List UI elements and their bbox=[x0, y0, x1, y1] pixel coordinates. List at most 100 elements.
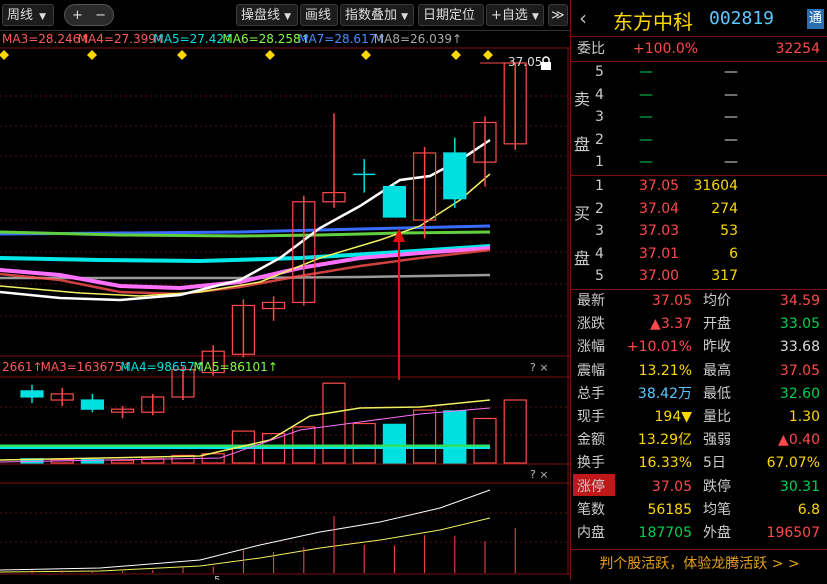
volume-bar bbox=[443, 410, 467, 464]
stat-value: ▲0.40 bbox=[778, 432, 820, 449]
stat-label: 开盘 bbox=[703, 316, 731, 333]
sell-row[interactable]: 3 — — bbox=[571, 106, 827, 128]
indicator-bars bbox=[31, 516, 516, 573]
watchlist-button[interactable]: +自选 ▼ bbox=[486, 4, 544, 26]
stock-name: 东方中科 bbox=[613, 10, 693, 34]
event-diamond-icon[interactable] bbox=[451, 50, 461, 60]
stat-label: 量比 bbox=[703, 409, 731, 425]
stat-row: 最新 37.05 均价 34.59 bbox=[571, 290, 827, 312]
stat-value: 194▼ bbox=[654, 409, 693, 425]
stat-label: 5日 bbox=[703, 455, 726, 472]
buy-row[interactable]: 2 37.04 274 bbox=[571, 198, 827, 220]
stat-value: 37.05 bbox=[651, 478, 692, 495]
period-selector[interactable]: 周线 ▼ bbox=[2, 4, 54, 26]
event-diamond-icon[interactable] bbox=[483, 50, 493, 60]
volume-legend-item: MA5=86101↑ bbox=[193, 360, 277, 374]
stat-value: 16.33% bbox=[638, 455, 692, 472]
promo-link[interactable]: 判个股活跃，体验龙腾活跃 > > bbox=[571, 549, 827, 581]
vol-ma-yellow bbox=[0, 399, 491, 461]
stat-label: 涨跌 bbox=[577, 316, 605, 333]
draw-line-button[interactable]: 画线 bbox=[300, 4, 338, 26]
dropdown-chevron-icon: ▼ bbox=[39, 12, 47, 22]
stat-row: 换手 16.33% 5日 67.07% bbox=[571, 452, 827, 474]
buy-row[interactable]: 5 37.00 317 bbox=[571, 265, 827, 287]
buy-row[interactable]: 4 37.01 6 bbox=[571, 243, 827, 265]
chart-mode-label: 操盘线 bbox=[241, 8, 281, 23]
stat-value: 187705 bbox=[638, 525, 692, 541]
sell-row[interactable]: 2 — — bbox=[571, 129, 827, 151]
zoom-control: + − bbox=[64, 4, 114, 26]
stock-code: 002819 bbox=[709, 8, 775, 29]
back-chevron-icon[interactable]: ‹ bbox=[579, 6, 587, 30]
sell-row[interactable]: 5 — — bbox=[571, 61, 827, 83]
stat-row: 金额 13.29亿 强弱 ▲0.40 bbox=[571, 429, 827, 451]
dropdown-chevron-icon: ▼ bbox=[284, 12, 292, 22]
event-diamond-icon[interactable] bbox=[361, 50, 371, 60]
buy-level: 1 bbox=[595, 178, 604, 194]
sell-row[interactable]: 4 — — bbox=[571, 84, 827, 106]
stat-label: 震幅 bbox=[577, 362, 605, 379]
stat-value: 34.59 bbox=[779, 293, 820, 309]
stat-label: 最低 bbox=[703, 385, 731, 402]
sell-volume: — bbox=[724, 64, 738, 80]
index-overlay-selector[interactable]: 指数叠加 ▼ bbox=[340, 4, 414, 26]
quote-panel: ‹ 东方中科 002819 通 委比 +100.0% 32254 卖 盘 5— —… bbox=[570, 0, 827, 580]
period-label: 周线 bbox=[7, 8, 34, 23]
stat-label: 外盘 bbox=[703, 525, 731, 541]
event-diamond-icon[interactable] bbox=[265, 50, 275, 60]
stat-label: 内盘 bbox=[577, 525, 605, 541]
quote-header: ‹ 东方中科 002819 通 bbox=[571, 0, 827, 37]
zoom-out-button[interactable]: − bbox=[95, 8, 106, 23]
volume-bar bbox=[352, 422, 376, 464]
ma-legend: MA3=28.246↑MA4=27.399↑MA5=27.42↑MA6=28.2… bbox=[2, 32, 462, 46]
date-locate-button[interactable]: 日期定位 bbox=[418, 4, 484, 26]
buy-volume: 274 bbox=[711, 200, 738, 217]
watchlist-label: +自选 bbox=[491, 8, 528, 23]
kline-chart[interactable]: MA3=28.246↑MA4=27.399↑MA5=27.42↑MA6=28.2… bbox=[0, 30, 570, 584]
sell-price: — bbox=[639, 131, 653, 148]
index-overlay-label: 指数叠加 bbox=[345, 8, 398, 23]
stat-label: 跌停 bbox=[703, 478, 731, 495]
indicator-lines bbox=[0, 489, 491, 573]
sell-volume: — bbox=[724, 154, 738, 171]
stat-label: 强弱 bbox=[703, 432, 731, 449]
stat-value: 6.8 bbox=[797, 501, 820, 518]
stat-value: 38.42万 bbox=[637, 385, 692, 402]
stat-label: 最高 bbox=[703, 362, 731, 379]
expand-icon: ≫ bbox=[551, 8, 565, 23]
chart-mode-selector[interactable]: 操盘线 ▼ bbox=[236, 4, 298, 26]
buy-row[interactable]: 1 37.05 31604 bbox=[571, 175, 827, 197]
stat-value: 30.31 bbox=[779, 478, 820, 495]
buy-price: 37.03 bbox=[639, 223, 680, 240]
expand-panel-button[interactable]: ≫ bbox=[548, 4, 568, 26]
volume-legend-item: 2661↑ bbox=[2, 360, 43, 374]
sell-level: 5 bbox=[595, 64, 604, 80]
sell-row[interactable]: 1 — — bbox=[571, 151, 827, 173]
tong-badge[interactable]: 通 bbox=[807, 9, 824, 29]
stat-value: 32.60 bbox=[779, 385, 820, 402]
volume-bar bbox=[503, 399, 527, 464]
stat-value: 13.29亿 bbox=[637, 432, 692, 449]
stat-value: 33.68 bbox=[779, 339, 820, 356]
stat-label: 现手 bbox=[577, 409, 605, 425]
indicator-panel-icons[interactable]: ? × bbox=[530, 468, 549, 481]
kline-chart-area[interactable]: MA3=28.246↑ MA4=27.399↑ MA5=27.42↑ MA6=28.2… bbox=[0, 30, 570, 584]
volume-panel-icons[interactable]: ? × bbox=[530, 361, 549, 374]
buy-price: 37.01 bbox=[639, 245, 680, 262]
stat-value: ▲3.37 bbox=[650, 316, 692, 333]
stat-value: 37.05 bbox=[779, 362, 820, 379]
event-diamond-icon[interactable] bbox=[87, 50, 97, 60]
buy-row[interactable]: 3 37.03 53 bbox=[571, 220, 827, 242]
event-diamond-icon[interactable] bbox=[177, 50, 187, 60]
date-locate-label: 日期定位 bbox=[423, 8, 476, 23]
event-diamond-icon[interactable] bbox=[0, 50, 9, 60]
dropdown-chevron-icon: ▼ bbox=[401, 12, 409, 22]
buy-price: 37.04 bbox=[639, 200, 680, 217]
ma3-line bbox=[0, 248, 491, 296]
event-markers bbox=[0, 50, 493, 60]
candle-body bbox=[80, 399, 105, 410]
sell-level: 1 bbox=[595, 154, 604, 171]
buy-volume: 53 bbox=[720, 223, 738, 240]
weibi-row: 委比 +100.0% 32254 bbox=[571, 38, 827, 60]
zoom-in-button[interactable]: + bbox=[72, 8, 83, 23]
